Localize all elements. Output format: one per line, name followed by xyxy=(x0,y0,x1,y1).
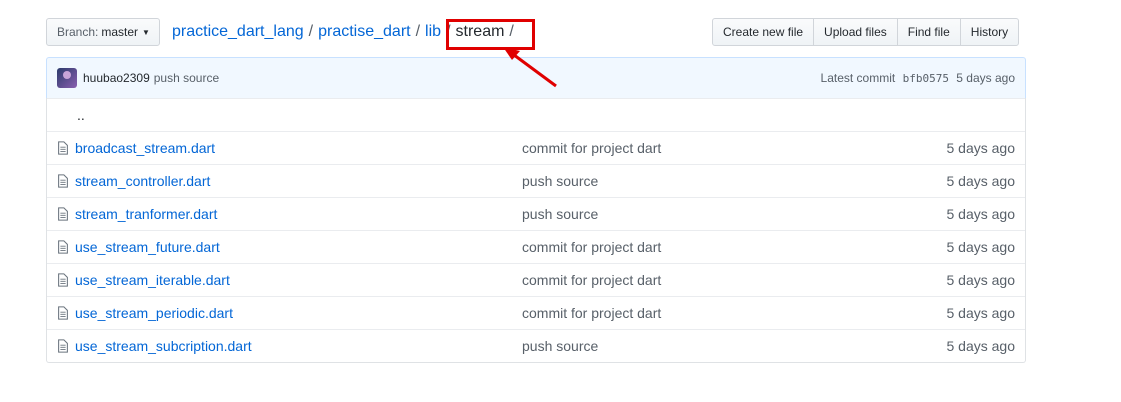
parent-directory-link[interactable]: .. xyxy=(77,107,85,123)
file-icon xyxy=(58,339,68,353)
commit-sha-link[interactable]: bfb0575 xyxy=(903,72,949,85)
file-icon xyxy=(58,273,68,287)
file-commit-age: 5 days ago xyxy=(946,305,1016,321)
caret-down-icon: ▼ xyxy=(142,27,150,37)
file-commit-message-link[interactable]: commit for project dart xyxy=(522,239,661,255)
breadcrumb-separator: / xyxy=(308,23,314,40)
file-commit-age: 5 days ago xyxy=(946,338,1016,354)
breadcrumb-path-link[interactable]: lib xyxy=(425,23,441,40)
file-commit-message-link[interactable]: commit for project dart xyxy=(522,305,661,321)
breadcrumb-path-link[interactable]: practise_dart xyxy=(318,23,411,40)
file-row[interactable]: use_stream_periodic.dart commit for proje… xyxy=(47,296,1025,329)
branch-label: Branch: xyxy=(57,25,99,39)
file-row[interactable]: stream_tranformer.dart push source 5 days … xyxy=(47,197,1025,230)
file-row[interactable]: use_stream_subcription.dart push source 5 … xyxy=(47,329,1025,362)
file-icon xyxy=(58,207,68,221)
file-name-link[interactable]: stream_controller.dart xyxy=(75,173,210,189)
file-row[interactable]: use_stream_iterable.dart commit for proje… xyxy=(47,263,1025,296)
file-commit-message-link[interactable]: push source xyxy=(522,206,598,222)
file-commit-age: 5 days ago xyxy=(946,272,1016,288)
avatar[interactable] xyxy=(57,68,77,88)
file-name-link[interactable]: use_stream_future.dart xyxy=(75,239,220,255)
latest-commit-bar: huubao2309 push source Latest commit bfb… xyxy=(46,57,1026,99)
create-new-file-button[interactable]: Create new file xyxy=(712,18,815,46)
file-icon xyxy=(58,174,68,188)
latest-commit-prefix: Latest commit xyxy=(820,71,896,85)
file-commit-message-link[interactable]: commit for project dart xyxy=(522,272,661,288)
file-icon xyxy=(58,306,68,320)
history-button[interactable]: History xyxy=(959,18,1020,46)
upload-files-button[interactable]: Upload files xyxy=(813,18,898,46)
file-commit-message-link[interactable]: push source xyxy=(522,173,598,189)
annotation-highlight-box xyxy=(446,19,535,50)
file-name-link[interactable]: use_stream_periodic.dart xyxy=(75,305,233,321)
file-commit-message-link[interactable]: commit for project dart xyxy=(522,140,661,156)
file-commit-age: 5 days ago xyxy=(946,239,1016,255)
file-commit-age: 5 days ago xyxy=(946,206,1016,222)
latest-commit-meta: Latest commit bfb0575 5 days ago xyxy=(821,71,1015,85)
file-commit-age: 5 days ago xyxy=(946,173,1016,189)
branch-select-button[interactable]: Branch: master ▼ xyxy=(46,18,160,46)
file-commit-age: 5 days ago xyxy=(946,140,1016,156)
breadcrumb-separator: / xyxy=(415,23,421,40)
file-actions-group: Create new file Upload files Find file H… xyxy=(712,18,1020,46)
parent-directory-row[interactable]: .. xyxy=(47,98,1025,131)
file-list: .. broadcast_stream.dartcommit for proje… xyxy=(46,98,1026,363)
file-name-link[interactable]: use_stream_iterable.dart xyxy=(75,272,230,288)
find-file-button[interactable]: Find file xyxy=(896,18,961,46)
file-icon xyxy=(58,141,68,155)
file-icon xyxy=(58,240,68,254)
file-name-link[interactable]: use_stream_subcription.dart xyxy=(75,338,252,354)
commit-message-link[interactable]: push source xyxy=(154,71,219,85)
breadcrumb-repo-link[interactable]: practice_dart_lang xyxy=(172,23,304,40)
commit-age: 5 days ago xyxy=(956,71,1015,85)
file-row[interactable]: stream_controller.dart push source 5 days … xyxy=(47,164,1025,197)
file-name-link[interactable]: broadcast_stream.dart xyxy=(75,140,215,156)
file-commit-message-link[interactable]: push source xyxy=(522,338,598,354)
branch-name: master xyxy=(101,25,139,39)
commit-author-link[interactable]: huubao2309 xyxy=(83,71,150,85)
file-row[interactable]: use_stream_future.dart commit for project… xyxy=(47,230,1025,263)
file-row[interactable]: broadcast_stream.dart commit for project … xyxy=(47,131,1025,164)
file-name-link[interactable]: stream_tranformer.dart xyxy=(75,206,217,222)
